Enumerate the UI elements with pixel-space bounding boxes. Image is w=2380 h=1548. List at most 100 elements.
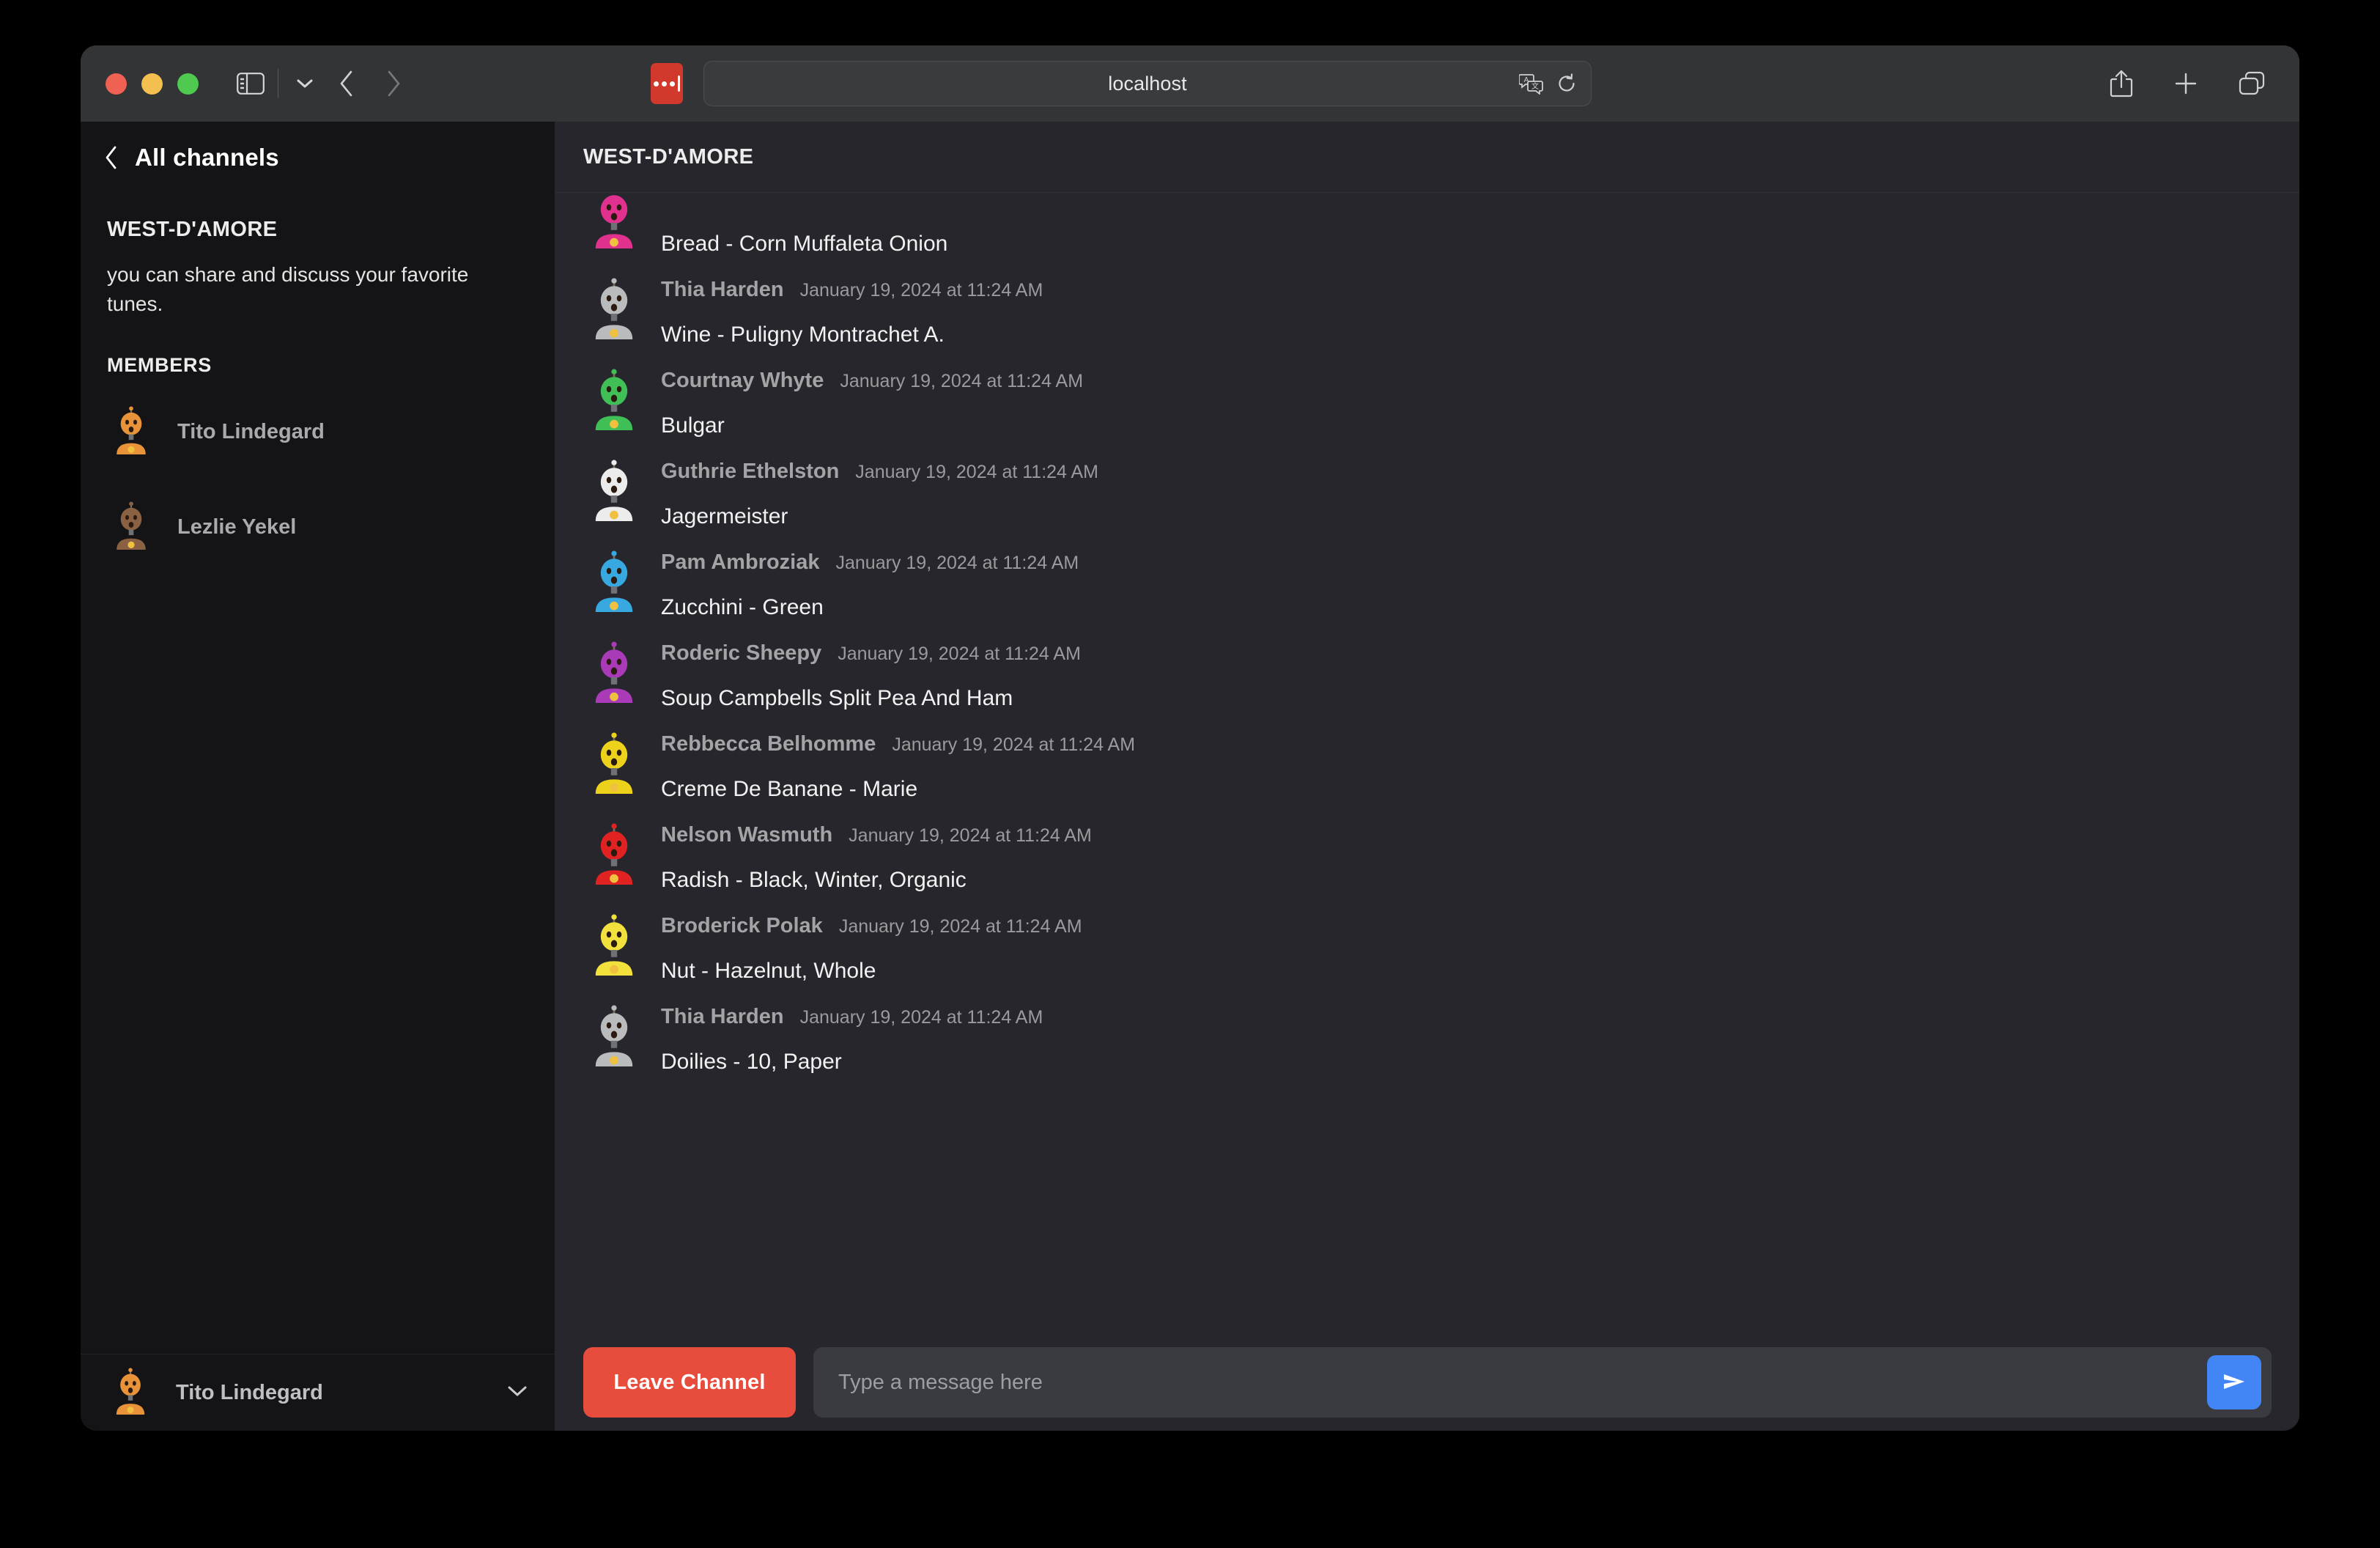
main-panel: WEST-D'AMORE Bread - Corn Muffaleta Onio…	[555, 122, 2299, 1431]
message-timestamp: January 19, 2024 at 11:24 AM	[835, 553, 1079, 573]
back-arrow-icon[interactable]	[339, 70, 355, 97]
message-meta: Thia Harden January 19, 2024 at 11:24 AM	[661, 278, 2272, 310]
message-meta: Rebbecca Belhomme January 19, 2024 at 11:…	[661, 732, 2272, 764]
message-text: Radish - Black, Winter, Organic	[661, 868, 967, 892]
avatar	[583, 823, 645, 885]
avatar	[583, 1005, 645, 1066]
avatar	[107, 501, 155, 553]
message-meta: Courtnay Whyte January 19, 2024 at 11:24 …	[661, 369, 2272, 401]
member-name: Tito Lindegard	[177, 420, 325, 443]
message-author: Pam Ambroziak	[661, 550, 820, 574]
avatar	[583, 732, 645, 794]
message-row: Courtnay Whyte January 19, 2024 at 11:24 …	[583, 348, 2272, 439]
message-meta: Thia Harden January 19, 2024 at 11:24 AM	[661, 1005, 2272, 1037]
leave-channel-button[interactable]: Leave Channel	[583, 1347, 796, 1418]
plus-icon[interactable]	[2173, 71, 2198, 96]
chat-app: All channels WEST-D'AMORE you can share …	[81, 122, 2299, 1431]
message-row: Bread - Corn Muffaleta Onion	[583, 193, 2272, 257]
address-bar[interactable]: localhost A 文	[703, 61, 1592, 106]
message-timestamp: January 19, 2024 at 11:24 AM	[838, 644, 1081, 664]
message-text: Soup Campbells Split Pea And Ham	[661, 686, 1013, 710]
send-button[interactable]	[2207, 1355, 2261, 1409]
forward-arrow-icon[interactable]	[385, 70, 402, 97]
message-author: Nelson Wasmuth	[661, 823, 833, 847]
reload-icon[interactable]	[1556, 73, 1578, 95]
message-row: Thia Harden January 19, 2024 at 11:24 AM D…	[583, 984, 2272, 1075]
message-input[interactable]	[838, 1370, 2207, 1395]
member-name: Lezlie Yekel	[177, 515, 297, 539]
members-section-title: MEMBERS	[107, 353, 212, 376]
minimize-window-button[interactable]	[141, 73, 163, 95]
svg-text:文: 文	[1531, 81, 1539, 91]
composer: Leave Channel	[555, 1334, 2299, 1431]
message-text: Bulgar	[661, 413, 725, 438]
avatar	[107, 406, 155, 458]
sidebar-icon[interactable]	[237, 73, 265, 95]
sidebar: All channels WEST-D'AMORE you can share …	[81, 122, 555, 1431]
message-row: Rebbecca Belhomme January 19, 2024 at 11:…	[583, 712, 2272, 803]
message-author: Broderick Polak	[661, 914, 823, 937]
message-author: Thia Harden	[661, 1005, 784, 1028]
message-list[interactable]: Bread - Corn Muffaleta Onion Thia Harden J…	[555, 193, 2299, 1334]
message-row: Nelson Wasmuth January 19, 2024 at 11:24 …	[583, 803, 2272, 893]
avatar	[583, 550, 645, 612]
message-row: Guthrie Ethelston January 19, 2024 at 11:…	[583, 439, 2272, 530]
message-timestamp: January 19, 2024 at 11:24 AM	[838, 916, 1082, 937]
current-user-bar[interactable]: Tito Lindegard	[81, 1354, 555, 1431]
message-meta: Broderick Polak January 19, 2024 at 11:24…	[661, 914, 2272, 946]
message-meta: Pam Ambroziak January 19, 2024 at 11:24 A…	[661, 550, 2272, 583]
close-window-button[interactable]	[106, 73, 127, 95]
avatar	[583, 369, 645, 430]
message-author: Roderic Sheepy	[661, 641, 822, 665]
sidebar-body: WEST-D'AMORE you can share and discuss y…	[81, 193, 555, 1354]
message-text: Jagermeister	[661, 504, 788, 528]
chevron-down-icon[interactable]	[506, 1384, 528, 1402]
message-text: Wine - Puligny Montrachet A.	[661, 322, 945, 347]
message-timestamp: January 19, 2024 at 11:24 AM	[840, 371, 1084, 391]
message-timestamp: January 19, 2024 at 11:24 AM	[849, 825, 1092, 846]
sidebar-channel-name: WEST-D'AMORE	[107, 218, 278, 241]
message-row: Thia Harden January 19, 2024 at 11:24 AM W…	[583, 257, 2272, 348]
tab-overview-icon[interactable]	[2238, 70, 2266, 97]
message-author: Courtnay Whyte	[661, 369, 824, 392]
message-row: Roderic Sheepy January 19, 2024 at 11:24 …	[583, 621, 2272, 712]
message-input-wrapper[interactable]	[813, 1347, 2272, 1418]
message-text: Nut - Hazelnut, Whole	[661, 959, 876, 983]
all-channels-label: All channels	[135, 143, 279, 171]
message-text: Creme De Banane - Marie	[661, 777, 918, 801]
message-timestamp: January 19, 2024 at 11:24 AM	[892, 734, 1136, 755]
browser-toolbar: localhost A 文	[81, 45, 2299, 122]
maximize-window-button[interactable]	[177, 73, 199, 95]
message-text: Doilies - 10, Paper	[661, 1050, 842, 1074]
send-icon	[2221, 1370, 2247, 1396]
message-text: Zucchini - Green	[661, 595, 824, 619]
message-meta	[661, 193, 2272, 219]
message-meta: Roderic Sheepy January 19, 2024 at 11:24 …	[661, 641, 2272, 674]
window-controls	[106, 73, 199, 95]
avatar	[583, 460, 645, 521]
toolbar-right-actions	[2109, 45, 2266, 122]
avatar	[583, 641, 645, 703]
page-title: WEST-D'AMORE	[583, 144, 754, 169]
message-meta: Guthrie Ethelston January 19, 2024 at 11:…	[661, 460, 2272, 492]
avatar	[583, 193, 645, 248]
message-row: Broderick Polak January 19, 2024 at 11:24…	[583, 893, 2272, 984]
message-text: Bread - Corn Muffaleta Onion	[661, 232, 948, 256]
member-row[interactable]: Lezlie Yekel	[107, 488, 528, 567]
share-icon[interactable]	[2109, 69, 2134, 98]
extension-icon[interactable]	[651, 63, 683, 104]
back-chevron-icon[interactable]	[104, 145, 119, 170]
message-timestamp: January 19, 2024 at 11:24 AM	[799, 1007, 1043, 1028]
translate-icon[interactable]: A 文	[1519, 73, 1544, 95]
message-row: Pam Ambroziak January 19, 2024 at 11:24 A…	[583, 530, 2272, 621]
sidebar-channel-description: you can share and discuss your favorite …	[107, 263, 469, 315]
browser-window: localhost A 文 All channels WEST-D'AMORE …	[81, 45, 2299, 1431]
chevron-down-icon[interactable]	[296, 78, 314, 89]
url-text: localhost	[1108, 72, 1187, 95]
avatar	[583, 914, 645, 976]
avatar	[107, 1367, 154, 1418]
sidebar-header[interactable]: All channels	[81, 122, 555, 193]
channel-header: WEST-D'AMORE	[555, 122, 2299, 193]
member-row[interactable]: Tito Lindegard	[107, 393, 528, 472]
message-timestamp: January 19, 2024 at 11:24 AM	[799, 280, 1043, 301]
